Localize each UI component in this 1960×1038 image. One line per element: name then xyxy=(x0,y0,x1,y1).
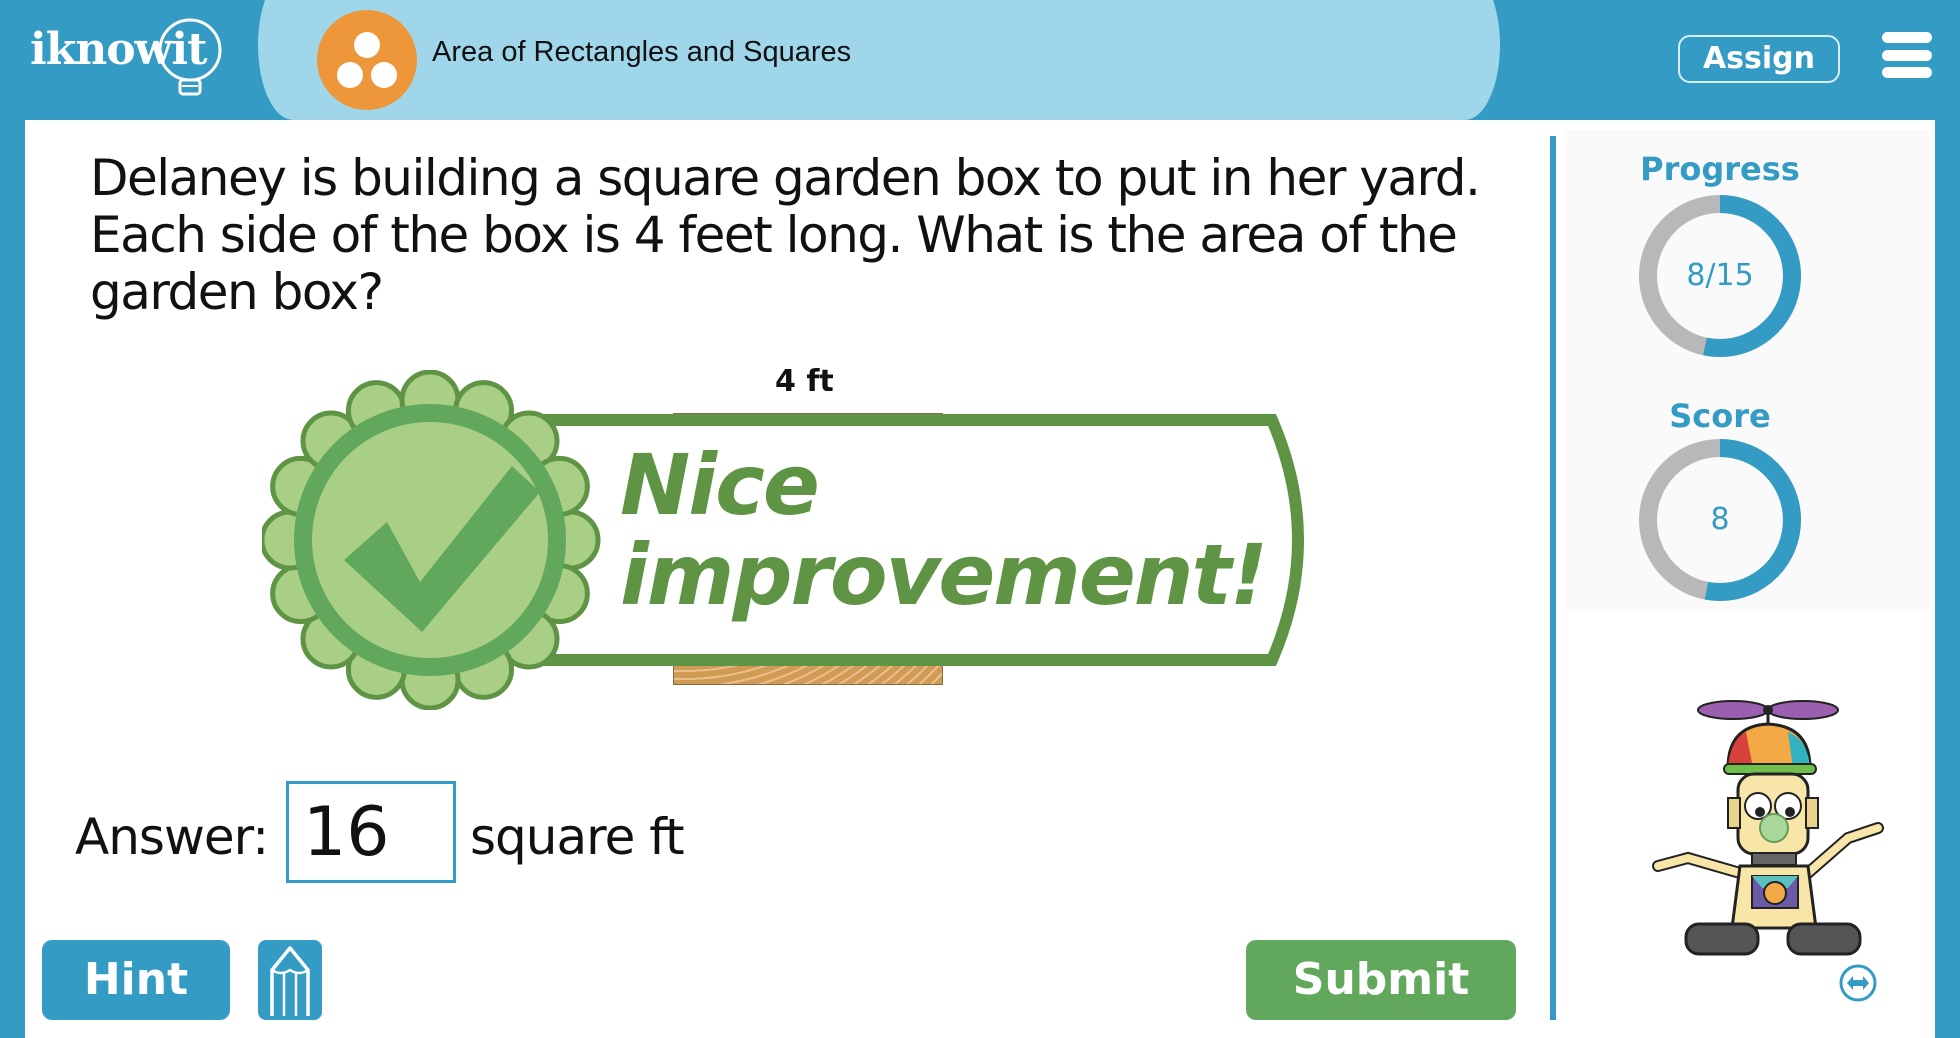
lightbulb-icon xyxy=(158,18,222,96)
pencil-button[interactable] xyxy=(258,940,322,1020)
menu-bar xyxy=(1882,50,1932,61)
swap-arrows-icon[interactable] xyxy=(1838,963,1878,1003)
submit-button[interactable]: Submit xyxy=(1246,940,1516,1020)
iknowit-logo[interactable]: iknowit xyxy=(30,18,230,98)
pencil-icon xyxy=(270,946,310,1016)
progress-value: 8/15 xyxy=(1686,258,1754,293)
feedback-badge: Nice improvement! xyxy=(262,370,1332,710)
topic-dot xyxy=(354,32,380,58)
answer-input[interactable] xyxy=(286,781,456,883)
feedback-line-2: improvement! xyxy=(620,526,1268,624)
topic-icon xyxy=(317,10,417,110)
feedback-line-1: Nice xyxy=(620,436,820,534)
topic-title: Area of Rectangles and Squares xyxy=(432,36,852,68)
answer-label: Answer: xyxy=(75,808,269,866)
menu-bar xyxy=(1882,67,1932,78)
hint-button[interactable]: Hint xyxy=(42,940,230,1020)
question-text: Delaney is building a square garden box … xyxy=(90,149,1481,321)
assign-button[interactable]: Assign xyxy=(1678,35,1840,83)
panel-divider xyxy=(1550,136,1556,1020)
progress-label: Progress xyxy=(1640,150,1800,188)
topic-dot xyxy=(371,62,397,88)
score-label: Score xyxy=(1669,397,1771,435)
topic-dot xyxy=(337,62,363,88)
robot-mascot-icon xyxy=(1652,700,1884,956)
score-value: 8 xyxy=(1710,502,1730,537)
hamburger-menu-icon[interactable] xyxy=(1882,32,1932,78)
feedback-message: Nice improvement! xyxy=(620,436,1268,624)
menu-bar xyxy=(1882,32,1932,43)
unit-label: square ft xyxy=(470,808,685,866)
